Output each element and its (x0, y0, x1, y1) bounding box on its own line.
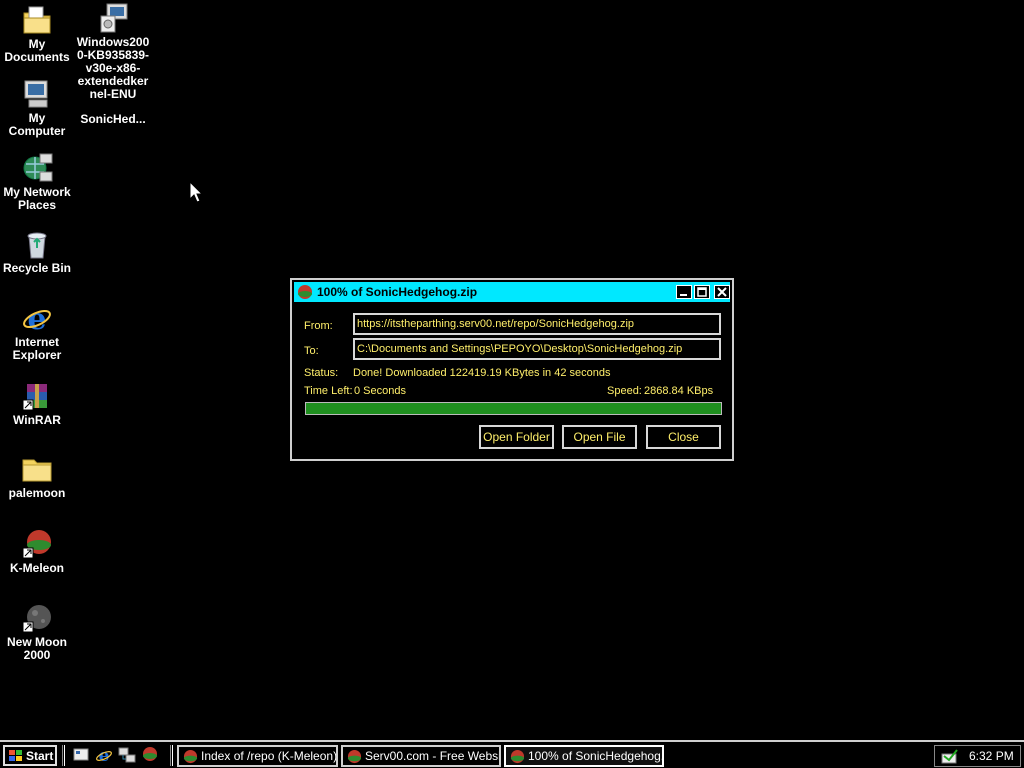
recycle-bin-icon (21, 228, 53, 260)
taskbar-item-serv00[interactable]: Serv00.com - Free Websit... (341, 745, 501, 767)
desktop-icon-winrar[interactable]: WinRAR (0, 380, 74, 427)
from-label: From: (304, 320, 333, 332)
k-meleon-icon (21, 528, 53, 560)
progress-fill (306, 403, 721, 414)
download-dialog: 100% of SonicHedgehog.zip From: https://… (290, 278, 734, 461)
taskbar-item-label: Index of /repo (K-Meleon) (201, 749, 338, 763)
to-label: To: (304, 345, 319, 357)
taskbar-separator (62, 745, 65, 766)
desktop-icon-label: Recycle Bin (2, 261, 72, 275)
desktop-icon-my-computer[interactable]: My Computer (0, 78, 74, 138)
my-computer-icon (21, 78, 53, 110)
start-label: Start (26, 749, 54, 763)
taskbar-item-label: 100% of SonicHedgehog.zip (528, 749, 664, 763)
folder-icon (21, 453, 53, 485)
tray-update-icon[interactable] (941, 748, 959, 764)
desktop-icon-new-moon-2000[interactable]: New Moon 2000 (0, 602, 74, 662)
maximize-icon (697, 287, 707, 297)
desktop-icon-label: Internet Explorer (12, 335, 62, 362)
speed-value: 2868.84 KBps (644, 385, 714, 397)
dialog-title: 100% of SonicHedgehog.zip (317, 285, 478, 299)
show-desktop-icon[interactable] (72, 746, 90, 764)
desktop-icon-label: My Documents (4, 37, 70, 64)
desktop-icon-sonichedgehog-zip[interactable]: SonicHed... (76, 113, 150, 126)
close-icon (717, 287, 727, 297)
close-button[interactable]: Close (646, 425, 721, 449)
open-folder-button[interactable]: Open Folder (479, 425, 554, 449)
taskbar-item-label: Serv00.com - Free Websit... (365, 749, 501, 763)
new-moon-icon (21, 602, 53, 634)
internet-explorer-icon: e (21, 302, 53, 337)
windows-logo-icon (9, 750, 22, 761)
time-left-label: Time Left: (304, 385, 353, 397)
download-progress-bar (305, 402, 722, 415)
desktop-icon-recycle-bin[interactable]: Recycle Bin (0, 228, 74, 275)
status-value: Done! Downloaded 122419.19 KBytes in 42 … (353, 367, 611, 379)
internet-explorer-icon[interactable]: e (95, 746, 113, 764)
k-meleon-icon (510, 749, 525, 764)
open-file-button[interactable]: Open File (562, 425, 637, 449)
network-places-icon (21, 152, 53, 184)
desktop-icon-label: palemoon (8, 486, 66, 500)
desktop-icon-label: SonicHed... (80, 112, 146, 126)
minimize-icon (680, 294, 687, 296)
mouse-cursor-icon (189, 181, 203, 203)
desktop-icon-windows-update[interactable]: Windows2000-KB935839-v30e-x86-extendedke… (76, 2, 150, 101)
svg-text:e: e (27, 302, 46, 334)
desktop-icon-label: K-Meleon (10, 561, 64, 575)
clock[interactable]: 6:32 PM (969, 749, 1014, 763)
time-left-value: 0 Seconds (354, 385, 406, 397)
desktop-icon-label: My Computer (8, 111, 66, 138)
desktop-icon-internet-explorer[interactable]: e Internet Explorer (0, 302, 74, 362)
installer-icon (97, 2, 129, 34)
desktop-icon-label: Windows2000-KB935839-v30e-x86-extendedke… (76, 35, 150, 101)
k-meleon-icon[interactable] (141, 746, 159, 764)
k-meleon-icon (183, 749, 198, 764)
desktop-icon-palemoon[interactable]: palemoon (0, 453, 74, 500)
network-icon[interactable] (118, 746, 136, 764)
desktop-icon-label: WinRAR (13, 413, 61, 427)
status-label: Status: (304, 367, 339, 379)
desktop-icon-network-places[interactable]: My Network Places (0, 152, 74, 212)
desktop-icon-my-documents[interactable]: My Documents (0, 4, 74, 64)
winrar-icon (21, 380, 53, 412)
minimize-button[interactable] (676, 285, 692, 299)
desktop-icon-k-meleon[interactable]: K-Meleon (0, 528, 74, 575)
my-documents-icon (21, 4, 53, 36)
k-meleon-icon (298, 285, 312, 299)
dialog-titlebar[interactable]: 100% of SonicHedgehog.zip (294, 282, 730, 302)
desktop-icon-label: New Moon 2000 (7, 635, 67, 662)
taskbar: Start e Index of /repo (K-Meleon) Serv00… (0, 740, 1024, 768)
taskbar-item-download[interactable]: 100% of SonicHedgehog.zip (504, 745, 664, 767)
start-button[interactable]: Start (3, 745, 57, 766)
desktop-icon-label: My Network Places (3, 185, 71, 212)
taskbar-item-k-meleon[interactable]: Index of /repo (K-Meleon) (177, 745, 338, 767)
taskbar-separator (170, 745, 173, 766)
maximize-button[interactable] (694, 285, 710, 299)
k-meleon-icon (347, 749, 362, 764)
system-tray: 6:32 PM (934, 745, 1021, 767)
to-field[interactable]: C:\Documents and Settings\PEPOYO\Desktop… (353, 338, 721, 360)
speed-label: Speed: (607, 385, 642, 397)
from-field[interactable]: https://itstheparthing.serv00.net/repo/S… (353, 313, 721, 335)
close-window-button[interactable] (714, 285, 730, 299)
